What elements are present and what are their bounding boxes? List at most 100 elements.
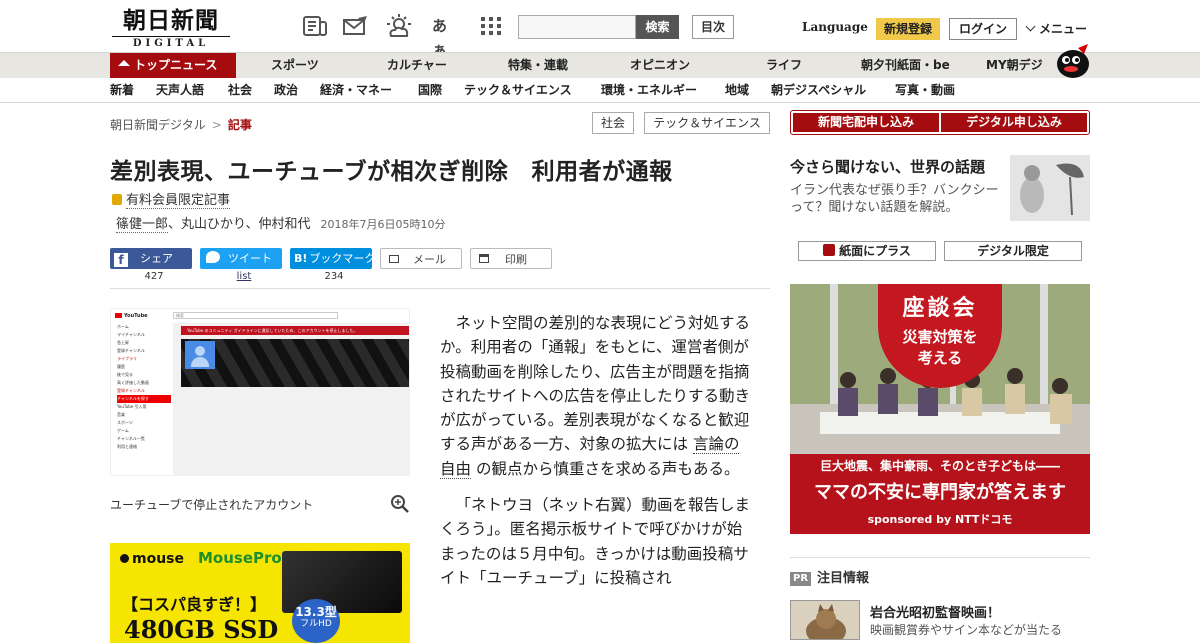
newspaper-icon[interactable] xyxy=(302,14,328,38)
yt-banner xyxy=(181,339,409,387)
paw-icon xyxy=(120,554,129,563)
paragraph-2: 「ネトウヨ（ネット右翼）動画を報告しまくろう」。匿名掲示板サイトで呼びかけが始ま… xyxy=(440,496,751,587)
breadcrumb-separator: > xyxy=(211,118,222,132)
site-logo[interactable]: 朝日新聞 DIGITAL xyxy=(112,8,230,49)
print-button[interactable]: 印刷 xyxy=(470,248,552,269)
font-size-icon[interactable]: あぁ xyxy=(432,14,458,59)
secondary-nav: 新着 天声人語 社会 政治 経済・マネー 国際 テック＆サイエンス 環境・エネル… xyxy=(0,78,1200,103)
login-button[interactable]: ログイン xyxy=(949,18,1017,40)
feature-text: イラン代表なぜ張り手？バンクシーって？聞けない話題を解説。 xyxy=(790,183,999,215)
nav2-item[interactable]: 新着 xyxy=(110,78,134,103)
menu-button[interactable]: メニュー xyxy=(1025,20,1088,37)
nav2-item[interactable]: 政治 xyxy=(274,78,298,103)
chevron-down-icon xyxy=(1025,21,1036,32)
search-input[interactable] xyxy=(518,15,636,39)
paper-plus-button[interactable]: 紙面にプラス xyxy=(798,241,936,261)
weather-icon[interactable] xyxy=(386,14,412,38)
pr-title[interactable]: 岩合光昭初監督映画！ xyxy=(870,602,1000,621)
breadcrumb-home[interactable]: 朝日新聞デジタル xyxy=(110,118,206,132)
tag-society[interactable]: 社会 xyxy=(592,112,634,134)
nav2-item[interactable]: 朝デジスペシャル xyxy=(771,78,866,103)
print-label: 印刷 xyxy=(505,253,527,266)
hatena-bookmark-button[interactable]: B! ブックマーク xyxy=(290,248,376,269)
logo-jp: 朝日新聞 xyxy=(123,7,219,34)
article-title: 差別表現、ユーチューブが相次ぎ削除 利用者が通報 xyxy=(110,159,673,185)
banner-sub1: 災害対策を xyxy=(902,328,978,346)
nav-item-opinion[interactable]: オピニオン xyxy=(630,53,690,78)
nav2-item[interactable]: 環境・エネルギー xyxy=(601,78,697,103)
paid-label-text[interactable]: 有料会員限定記事 xyxy=(126,193,231,209)
breadcrumb: 朝日新聞デジタル > 記事 xyxy=(110,116,252,133)
nav2-item[interactable]: テック＆サイエンス xyxy=(464,78,572,103)
twitter-label: ツイート xyxy=(228,252,272,265)
yt-avatar xyxy=(185,341,215,369)
subscribe-box: 新聞宅配申し込み デジタル申し込み xyxy=(790,110,1090,135)
paragraph-1: ネット空間の差別的な表現にどう対処するか。利用者の「通報」をもとに、運営者側が投… xyxy=(440,314,751,479)
article-body: ネット空間の差別的な表現にどう対処するか。利用者の「通報」をもとに、運営者側が投… xyxy=(440,311,752,602)
contents-button[interactable]: 目次 xyxy=(692,15,734,39)
tag-tech-science[interactable]: テック＆サイエンス xyxy=(644,112,770,134)
nav-item-my-asadigi[interactable]: MY朝デジ xyxy=(986,53,1043,78)
nav-item-life[interactable]: ライフ xyxy=(766,53,802,78)
article-photo[interactable]: YouTube 検索 ホーム マイチャンネル 急上昇 登録チャンネル ライブラリ 履歴後… xyxy=(110,308,410,476)
banner-sponsor: sponsored by NTTドコモ xyxy=(867,513,1013,526)
nav2-item[interactable]: 国際 xyxy=(418,78,442,103)
banner-title: 座談会 xyxy=(902,296,978,321)
search-button[interactable]: 検索 xyxy=(636,15,679,39)
docomo-banner[interactable]: 座談会 災害対策を 考える 巨大地震、集中豪雨、そのとき子どもは―― ママの不安… xyxy=(790,284,1090,534)
nav2-item[interactable]: 地域 xyxy=(725,78,749,103)
facebook-icon: f xyxy=(114,253,128,267)
pr-thumbnail[interactable] xyxy=(790,600,860,640)
apps-grid-icon[interactable] xyxy=(478,14,504,38)
nav-item-newspaper[interactable]: 朝夕刊紙面・be xyxy=(861,53,950,78)
nav2-item[interactable]: 天声人語 xyxy=(156,78,204,103)
authors-rest: 、丸山ひかり、仲村和代 xyxy=(168,217,311,232)
divider xyxy=(790,557,1090,558)
digital-limited-button[interactable]: デジタル限定 xyxy=(944,241,1082,261)
menu-label: メニュー xyxy=(1039,22,1088,36)
facebook-count: 427 xyxy=(144,271,164,282)
yt-sidebar: ホーム マイチャンネル 急上昇 登録チャンネル ライブラリ 履歴 後で見る 高く評価した動画… xyxy=(111,323,171,475)
logo-en: DIGITAL xyxy=(112,36,230,49)
zoom-icon[interactable] xyxy=(390,494,410,514)
ad-brand: mouse xyxy=(120,551,184,567)
ad-big: 480GB SSD xyxy=(124,615,279,643)
hatena-icon: B! xyxy=(294,252,308,265)
nav2-item[interactable]: 社会 xyxy=(228,78,252,103)
nav-item-culture[interactable]: カルチャー xyxy=(387,53,447,78)
nav-top-label: トップニュース xyxy=(134,58,218,72)
paper-subscribe-button[interactable]: 新聞宅配申し込み xyxy=(793,113,939,132)
hatena-count: 234 xyxy=(324,271,344,282)
site-header: 朝日新聞 DIGITAL あぁ 検索 目次 Language 新規登録 ログイン… xyxy=(0,0,1200,59)
language-link[interactable]: Language xyxy=(802,20,868,34)
mail-share-button[interactable]: メール xyxy=(380,248,462,269)
yt-logo: YouTube xyxy=(115,313,148,319)
home-icon xyxy=(118,60,130,66)
digital-subscribe-button[interactable]: デジタル申し込み xyxy=(941,113,1087,132)
lock-icon xyxy=(112,194,122,205)
ad-size-badge: 13.3型 フルHD xyxy=(292,599,340,643)
author-link[interactable]: 篠健一郎 xyxy=(116,217,169,233)
mascot-icon xyxy=(1057,44,1089,78)
nav2-item[interactable]: 経済・マネー xyxy=(320,78,392,103)
register-button[interactable]: 新規登録 xyxy=(876,18,940,40)
banner-line: 巨大地震、集中豪雨、そのとき子どもは―― xyxy=(819,459,1060,473)
nav-top-news[interactable]: トップニュース xyxy=(110,53,236,78)
nav2-item[interactable]: 写真・動画 xyxy=(895,78,955,103)
mail-label: メール xyxy=(413,253,446,266)
twitter-share-button[interactable]: ツイート xyxy=(200,248,282,269)
feature-title[interactable]: 今さら聞けない、世界の話題 xyxy=(790,156,985,177)
yt-search: 検索 xyxy=(173,312,338,319)
twitter-count-link[interactable]: list xyxy=(203,271,285,282)
asahi-icon xyxy=(823,244,836,256)
mail-icon[interactable] xyxy=(342,14,368,38)
yt-alert: YouTube のコミュニティ ガイドラインに違反していたため、このアカウントを… xyxy=(181,326,409,335)
paid-member-label: 有料会員限定記事 xyxy=(112,189,231,209)
hatena-label: ブックマーク xyxy=(309,252,376,265)
nav-item-sports[interactable]: スポーツ xyxy=(271,53,319,78)
facebook-share-button[interactable]: f シェア xyxy=(110,248,192,269)
nav-item-features[interactable]: 特集・連載 xyxy=(508,53,568,78)
feature-thumbnail[interactable] xyxy=(1010,155,1090,221)
mouse-ad[interactable]: mouse MousePro 【コスパ良すぎ！】 480GB SSD 13.3型… xyxy=(110,543,410,643)
ad-copy: 【コスパ良すぎ！】 xyxy=(122,595,267,614)
